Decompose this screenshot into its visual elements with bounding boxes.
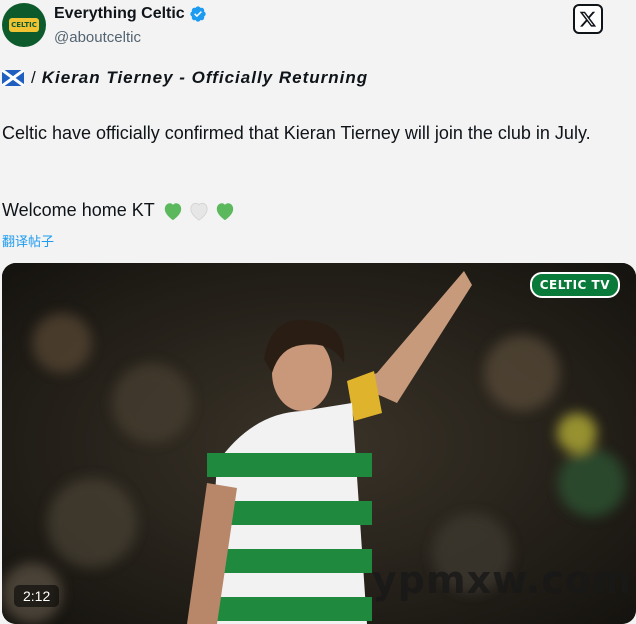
post-body-text: Celtic have officially confirmed that Ki… (2, 123, 591, 143)
x-glyph-icon (579, 11, 597, 27)
translate-post-link[interactable]: 翻译帖子 (2, 231, 54, 250)
watermark-text: ypmxw.com (372, 558, 633, 602)
x-logo-icon[interactable] (573, 4, 603, 34)
video-duration-badge: 2:12 (14, 585, 60, 607)
headline-text: Kieran Tierney - Officially Returning (41, 68, 369, 87)
avatar-crest: CELTIC (9, 18, 39, 32)
celtic-tv-logo: CELTIC TV (529, 272, 620, 298)
author-name-row: Everything Celtic (54, 5, 207, 23)
green-heart-icon (164, 202, 181, 220)
post-welcome-line: Welcome home KT (2, 200, 236, 221)
author-display-name[interactable]: Everything Celtic (54, 5, 185, 23)
video-player[interactable]: CELTIC TV ypmxw.com 2:12 (2, 263, 636, 624)
welcome-text: Welcome home KT (2, 200, 155, 220)
avatar[interactable]: CELTIC (2, 3, 46, 47)
author-handle[interactable]: @aboutceltic (54, 29, 141, 46)
green-heart-icon (216, 202, 233, 220)
white-heart-icon (190, 202, 208, 221)
verified-badge-icon (190, 6, 206, 22)
post-headline: / Kieran Tierney - Officially Returning (2, 68, 368, 88)
scotland-flag-icon (2, 70, 24, 86)
headline-separator: / (31, 68, 36, 87)
